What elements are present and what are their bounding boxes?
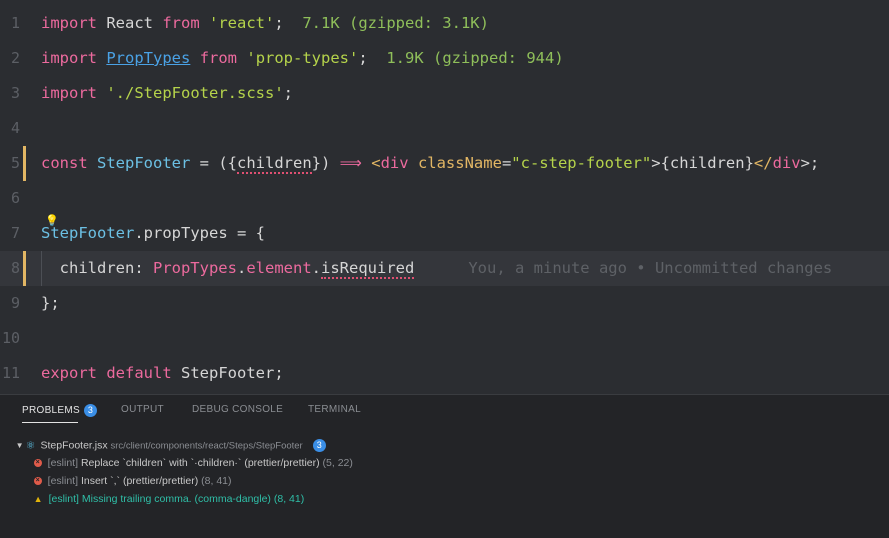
code-line-6[interactable]: 6 <box>0 181 889 216</box>
code-text: import './StepFooter.scss'; <box>41 84 293 102</box>
code-text: import PropTypes from 'prop-types'; 1.9K… <box>41 49 564 67</box>
line-number: 8 <box>10 259 20 277</box>
modified-line-marker <box>23 146 26 181</box>
code-line-5[interactable]: 5 const StepFooter = ({children}) ⟹ <div… <box>0 146 889 181</box>
code-text: StepFooter.propTypes = { <box>41 224 265 242</box>
code-line-1[interactable]: 1 import React from 'react'; 7.1K (gzipp… <box>0 6 889 41</box>
code-line-2[interactable]: 2 import PropTypes from 'prop-types'; 1.… <box>0 41 889 76</box>
modified-line-marker <box>23 251 26 286</box>
tab-debug-console[interactable]: DEBUG CONSOLE <box>192 404 283 415</box>
import-cost: 7.1K (gzipped: 3.1K) <box>283 14 489 32</box>
line-number: 10 <box>1 329 20 347</box>
code-text: export default StepFooter; <box>41 364 284 382</box>
code-text: const StepFooter = ({children}) ⟹ <div c… <box>41 154 820 174</box>
problem-item-selected[interactable]: ▲ [eslint] Missing trailing comma. (comma… <box>22 481 305 517</box>
lint-error-squiggle[interactable]: children <box>237 154 312 174</box>
line-number: 9 <box>10 294 20 312</box>
tab-terminal[interactable]: TERMINAL <box>308 404 361 415</box>
tab-problems[interactable]: PROBLEMS 3 <box>22 404 97 417</box>
code-text: }; <box>41 294 60 312</box>
warning-icon: ▲ <box>33 494 43 505</box>
code-line-10[interactable]: 10 <box>0 321 889 356</box>
line-number: 7 <box>10 224 20 242</box>
proptypes-link[interactable]: PropTypes <box>106 49 190 67</box>
code-text: children: PropTypes.element.isRequired Yo… <box>41 259 833 279</box>
line-number: 11 <box>1 364 20 382</box>
bottom-panel: PROBLEMS 3 OUTPUT DEBUG CONSOLE TERMINAL … <box>0 394 889 538</box>
line-number: 1 <box>10 14 20 32</box>
line-number: 5 <box>10 154 20 172</box>
problems-count-badge: 3 <box>83 404 97 417</box>
code-line-8-active[interactable]: 8 children: PropTypes.element.isRequired… <box>0 251 889 286</box>
code-editor[interactable]: 1 import React from 'react'; 7.1K (gzipp… <box>0 0 889 394</box>
import-cost: 1.9K (gzipped: 944) <box>367 49 564 67</box>
panel-tabs: PROBLEMS 3 OUTPUT DEBUG CONSOLE TERMINAL <box>0 395 889 425</box>
line-number: 6 <box>10 189 20 207</box>
line-number: 3 <box>10 84 20 102</box>
active-tab-indicator <box>22 422 78 423</box>
code-line-7[interactable]: 7 StepFooter.propTypes = { <box>0 216 889 251</box>
git-blame-annotation: You, a minute ago • Uncommitted changes <box>468 259 833 277</box>
code-line-9[interactable]: 9 }; <box>0 286 889 321</box>
line-number: 2 <box>10 49 20 67</box>
code-line-11[interactable]: 11 export default StepFooter; <box>0 356 889 391</box>
code-line-4[interactable]: 4 <box>0 111 889 146</box>
code-line-3[interactable]: 3 import './StepFooter.scss'; <box>0 76 889 111</box>
code-text: import React from 'react'; 7.1K (gzipped… <box>41 14 489 32</box>
tab-output[interactable]: OUTPUT <box>121 404 164 415</box>
lint-error-squiggle[interactable]: isRequired <box>321 259 415 279</box>
line-number: 4 <box>10 119 20 137</box>
